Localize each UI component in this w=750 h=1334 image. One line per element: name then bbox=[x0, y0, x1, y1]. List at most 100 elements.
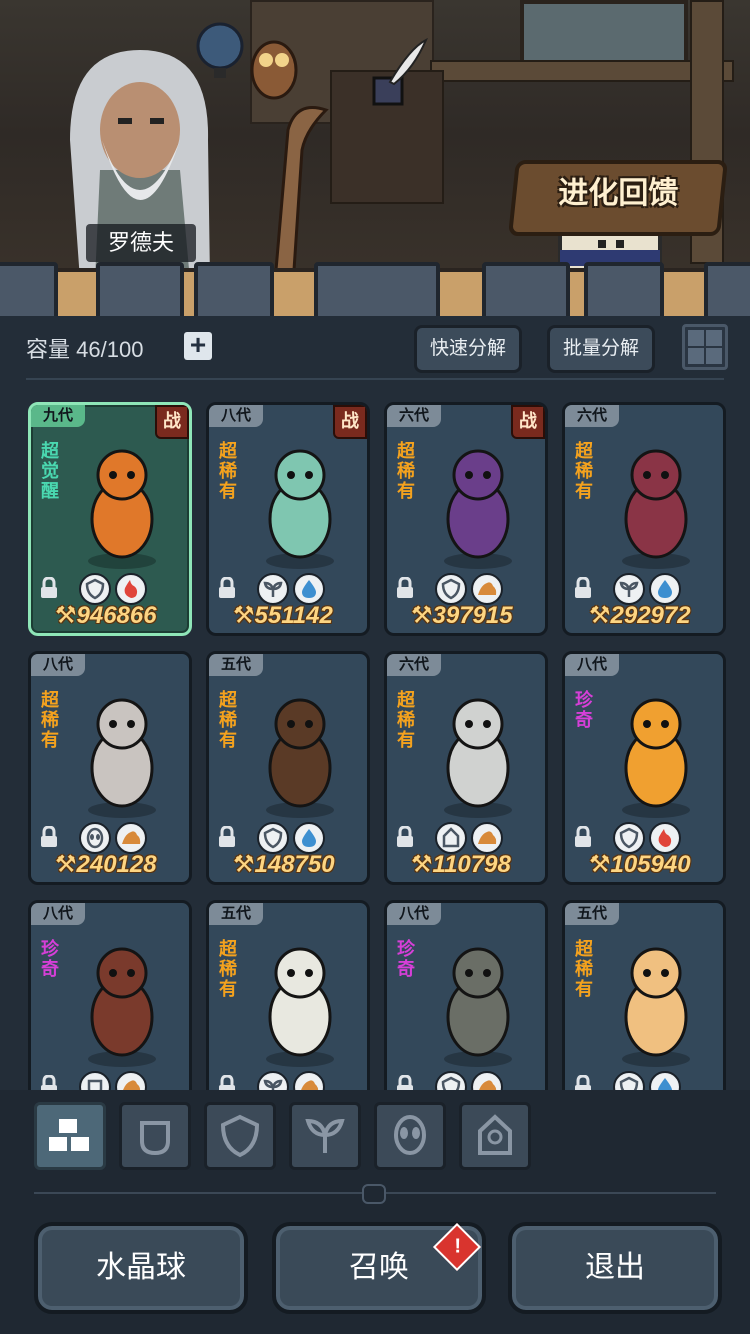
npc-name-label: 罗德夫 bbox=[86, 224, 196, 262]
evolution-feedback-label: 进化回馈 bbox=[558, 177, 679, 210]
monster-sprite bbox=[266, 698, 334, 818]
filter-tab-all[interactable] bbox=[34, 1102, 106, 1170]
monster-card[interactable]: 六代超稀有 ⚒292972 bbox=[562, 402, 726, 636]
lock-icon[interactable] bbox=[39, 826, 59, 848]
generation-tag: 八代 bbox=[209, 405, 264, 427]
rarity-label: 超稀有 bbox=[397, 690, 415, 750]
globe-icon bbox=[196, 22, 244, 78]
filter-tab-alien[interactable] bbox=[374, 1102, 446, 1170]
lock-icon[interactable] bbox=[395, 826, 415, 848]
filter-tab-tower[interactable] bbox=[459, 1102, 531, 1170]
power-value: ⚒240128 bbox=[55, 851, 157, 878]
filter-tab-leaf[interactable] bbox=[289, 1102, 361, 1170]
crystal-ball-button[interactable]: 水晶球 bbox=[34, 1222, 248, 1314]
monster-sprite bbox=[444, 947, 512, 1067]
lock-icon[interactable] bbox=[395, 577, 415, 599]
monster-card[interactable]: 六代超稀有 ⚒110798 bbox=[384, 651, 548, 885]
monster-card[interactable]: 六代战超稀有 ⚒397915 bbox=[384, 402, 548, 636]
quick-decompose-button[interactable]: 快速分解 bbox=[414, 325, 522, 373]
lock-icon[interactable] bbox=[573, 826, 593, 848]
monster-card[interactable]: 九代战超觉醒 ⚒946866 bbox=[28, 402, 192, 636]
lock-icon[interactable] bbox=[573, 577, 593, 599]
lock-icon[interactable] bbox=[39, 577, 59, 599]
alien-icon bbox=[394, 1115, 426, 1155]
generation-tag: 六代 bbox=[565, 405, 620, 427]
generation-tag: 五代 bbox=[565, 903, 620, 925]
power-value: ⚒105940 bbox=[589, 851, 691, 878]
evolution-feedback-button[interactable]: 进化回馈 bbox=[508, 160, 728, 236]
rail-block bbox=[0, 262, 58, 324]
monster-sprite bbox=[88, 947, 156, 1067]
capacity-value: 46/100 bbox=[76, 337, 144, 362]
generation-tag: 九代 bbox=[31, 405, 86, 427]
exit-button[interactable]: 退出 bbox=[508, 1222, 722, 1314]
monster-sprite bbox=[266, 947, 334, 1067]
rail-block bbox=[194, 262, 274, 324]
window bbox=[520, 0, 688, 68]
generation-tag: 八代 bbox=[565, 654, 620, 676]
rarity-label: 超稀有 bbox=[219, 690, 237, 750]
rarity-label: 超稀有 bbox=[575, 441, 593, 501]
power-icon: ⚒ bbox=[589, 602, 611, 629]
lock-icon[interactable] bbox=[217, 577, 237, 599]
all-icon bbox=[49, 1119, 89, 1151]
power-value: ⚒551142 bbox=[233, 602, 333, 629]
generation-tag: 八代 bbox=[387, 903, 442, 925]
power-value: ⚒148750 bbox=[233, 851, 335, 878]
monster-card[interactable]: 八代超稀有 ⚒240128 bbox=[28, 651, 192, 885]
power-icon: ⚒ bbox=[233, 602, 255, 629]
quill-icon bbox=[372, 38, 428, 106]
generation-tag: 六代 bbox=[387, 654, 442, 676]
monster-sprite bbox=[622, 698, 690, 818]
generation-tag: 五代 bbox=[209, 654, 264, 676]
beam bbox=[430, 60, 734, 82]
panel-divider bbox=[26, 378, 724, 380]
monster-sprite bbox=[622, 449, 690, 569]
monster-card[interactable]: 八代珍奇 ⚒105940 bbox=[562, 651, 726, 885]
rarity-label: 超觉醒 bbox=[41, 441, 59, 501]
rail-block bbox=[96, 262, 184, 324]
staff-icon bbox=[274, 106, 329, 270]
monster-card[interactable]: 五代超稀有 ⚒148750 bbox=[206, 651, 370, 885]
power-icon: ⚒ bbox=[55, 851, 77, 878]
power-icon: ⚒ bbox=[55, 602, 77, 629]
rarity-label: 超稀有 bbox=[41, 690, 59, 750]
rarity-label: 珍奇 bbox=[397, 939, 415, 979]
generation-tag: 八代 bbox=[31, 903, 86, 925]
rail-block bbox=[704, 262, 750, 324]
monster-sprite bbox=[622, 947, 690, 1067]
monster-sprite bbox=[88, 698, 156, 818]
power-icon: ⚒ bbox=[411, 602, 433, 629]
power-value: ⚒397915 bbox=[411, 602, 513, 629]
rarity-label: 超稀有 bbox=[219, 939, 237, 999]
batch-decompose-button[interactable]: 批量分解 bbox=[547, 325, 655, 373]
rarity-label: 珍奇 bbox=[41, 939, 59, 979]
divider-ornament bbox=[362, 1184, 386, 1204]
power-value: ⚒292972 bbox=[589, 602, 691, 629]
rail-block bbox=[314, 262, 440, 324]
lock-icon[interactable] bbox=[217, 826, 237, 848]
power-value: ⚒110798 bbox=[411, 851, 511, 878]
monster-sprite bbox=[444, 698, 512, 818]
power-value: ⚒946866 bbox=[55, 602, 157, 629]
tower-icon bbox=[478, 1114, 512, 1155]
fist-icon bbox=[140, 1121, 170, 1156]
generation-tag: 八代 bbox=[31, 654, 86, 676]
monster-card[interactable]: 八代战超稀有 ⚒551142 bbox=[206, 402, 370, 636]
rarity-label: 超稀有 bbox=[219, 441, 237, 501]
filter-tab-shield[interactable] bbox=[204, 1102, 276, 1170]
rail-block bbox=[584, 262, 664, 324]
capacity-label: 容量 bbox=[26, 337, 71, 362]
power-icon: ⚒ bbox=[589, 851, 611, 878]
rarity-label: 珍奇 bbox=[575, 690, 593, 730]
capacity-display: 容量 46/100 bbox=[26, 332, 143, 364]
filter-tab-fist[interactable] bbox=[119, 1102, 191, 1170]
leaf-icon bbox=[305, 1118, 345, 1153]
expand-capacity-button[interactable]: + bbox=[184, 331, 212, 360]
generation-tag: 六代 bbox=[387, 405, 442, 427]
rarity-label: 超稀有 bbox=[575, 939, 593, 999]
power-icon: ⚒ bbox=[233, 851, 255, 878]
shield-icon bbox=[220, 1114, 260, 1158]
monster-sprite bbox=[444, 449, 512, 569]
grid-view-icon[interactable] bbox=[682, 324, 728, 370]
